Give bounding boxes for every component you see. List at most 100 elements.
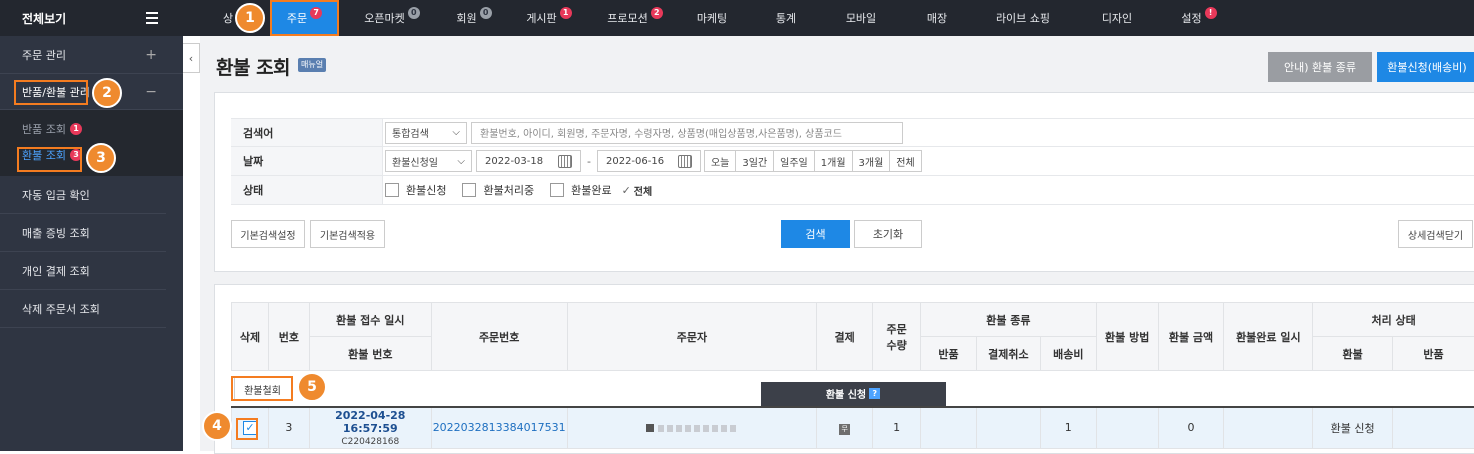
calendar-icon[interactable] [558,155,572,168]
date-value: 2022-03-18 [485,156,543,167]
nav-item-marketing[interactable]: 마케팅 [693,0,731,36]
nav-item-order[interactable]: 주문7 [270,0,339,36]
calendar-icon[interactable] [678,155,692,168]
col-header-proc-status: 처리 상태 [1313,303,1474,337]
nav-item-design[interactable]: 디자인 [1098,0,1136,36]
keyword-type-select[interactable]: 통합검색⌵ [385,122,467,144]
sidebar-item-auto-deposit[interactable]: 자동 입금 확인 [0,176,166,214]
status-checkbox[interactable] [550,183,564,197]
quick-range-3months[interactable]: 3개월 [852,150,891,172]
status-label: 상태 [231,176,383,204]
col-header-rt-cancel: 결제취소 [976,337,1040,371]
sidebar-item-deleted-orders[interactable]: 삭제 주문서 조회 [0,290,166,328]
order-no-link[interactable]: 20220328133840175​31 [431,407,567,449]
date-type-select[interactable]: 환불신청일⌵ [385,150,472,172]
nav-item-product[interactable]: 상 [221,0,235,36]
main-content: 환불 조회 매뉴얼 안내) 환불 종류 환불신청(배송비) 검색어 통합검색⌵ … [200,36,1474,451]
refund-types-guide-button[interactable]: 안내) 환불 종류 [1268,52,1372,82]
col-header-received-at: 환불 접수 일시 [309,303,431,337]
group-header: 환불 신청 ? [761,382,946,406]
refund-apply-button[interactable]: 환불신청(배송비) [1377,52,1474,82]
quick-range-group: 오늘 3일간 일주일 1개월 3개월 전체 [705,150,922,172]
row-qty: 1 [873,407,921,449]
nav-label: 오픈마켓 [364,10,404,26]
highlight-box [14,80,88,105]
nav-label: 회원 [456,10,476,26]
date-from-input[interactable]: 2022-03-18 [476,150,581,172]
sidebar: 전체보기 주문 관리 + 반품/환불 관리 − 반품 조회 1 환불 조회 3 … [0,0,183,451]
col-header-refund-method: 환불 방법 [1096,303,1158,371]
count-badge: 7 [310,7,322,19]
row-amount: 0 [1158,407,1224,449]
status-option-label: 환불처리중 [483,182,534,198]
col-header-refund-type: 환불 종류 [921,303,1097,337]
row-done-at [1224,407,1313,449]
received-at-link[interactable]: 2022-04-28 16:57:59 [310,409,431,435]
payment-cell: 무 [817,407,873,449]
orderer-name-masked [658,425,738,432]
nav-item-mobile[interactable]: 모바일 [842,0,880,36]
quick-range-all[interactable]: 전체 [889,150,921,172]
sidebar-item-return-lookup[interactable]: 반품 조회 1 [0,116,183,142]
status-option-label: 환불신청 [406,182,446,198]
manual-tag[interactable]: 매뉴얼 [298,58,326,72]
nav-item-openmarket[interactable]: 오픈마켓0 [359,0,425,36]
row-rt-return [921,407,977,449]
status-checkbox[interactable] [462,183,476,197]
col-header-refund-amount: 환불 금액 [1158,303,1224,371]
nav-label: 라이브 쇼핑 [996,10,1050,26]
nav-item-board[interactable]: 게시판1 [521,0,577,36]
date-row: 날짜 환불신청일⌵ 2022-03-18 - 2022-06-16 오늘 3일간… [231,147,1474,176]
check-icon[interactable]: ✓ [622,184,631,197]
results-panel: 삭제 번호 환불 접수 일시 주문번호 주문자 결제 주문 수량 환불 종류 환… [214,284,1474,454]
status-checkbox[interactable] [385,183,399,197]
search-button[interactable]: 검색 [781,220,850,248]
status-option-label: 전체 [634,183,652,198]
status-option-label: 환불완료 [571,182,611,198]
collapse-sidebar-button[interactable]: ‹ [183,43,200,73]
reset-button[interactable]: 초기화 [854,220,922,248]
col-header-refund-no: 환불 번호 [309,337,431,371]
sidebar-item-sales-proof[interactable]: 매출 증빙 조회 [0,214,166,252]
quick-range-1month[interactable]: 1개월 [814,150,853,172]
nav-item-store[interactable]: 매장 [923,0,951,36]
sidebar-item-personal-payment[interactable]: 개인 결제 조회 [0,252,166,290]
nav-label: 상 [223,10,233,26]
nav-item-live-shopping[interactable]: 라이브 쇼핑 [991,0,1055,36]
date-value: 2022-06-16 [606,156,664,167]
nav-item-stats[interactable]: 통계 [772,0,800,36]
table-toolbar-row: 환불철회 환불 신청 ? [232,371,1474,407]
alert-badge: ! [1205,7,1217,19]
quick-range-3days[interactable]: 3일간 [735,150,774,172]
select-value: 환불신청일 [392,154,438,169]
col-header-order-qty: 주문 수량 [873,303,921,371]
nav-item-member[interactable]: 회원0 [451,0,497,36]
col-header-refund-done-at: 환불완료 일시 [1224,303,1313,371]
nav-item-promotion[interactable]: 프로모션2 [601,0,669,36]
default-search-setting-button[interactable]: 기본검색설정 [231,220,305,248]
sidebar-section-label: 주문 관리 [22,47,66,63]
hamburger-icon[interactable] [146,12,158,24]
quick-range-today[interactable]: 오늘 [704,150,736,172]
default-search-apply-button[interactable]: 기본검색적용 [310,220,385,248]
nav-item-settings[interactable]: 설정! [1178,0,1220,36]
close-detail-search-button[interactable]: 상세검색닫기 [1398,220,1473,248]
date-to-input[interactable]: 2022-06-16 [597,150,701,172]
minus-icon[interactable]: − [145,84,157,100]
quick-range-week[interactable]: 일주일 [773,150,815,172]
keyword-input[interactable]: 환불번호, 아이디, 회원명, 주문자명, 수령자명, 상품명(매입상품명,사은… [471,122,903,144]
refund-no: C220428168 [310,437,431,447]
table-row[interactable]: ✓ 3 2022-04-28 16:57:59 C220428168 20220… [232,407,1474,449]
highlight-box [17,147,82,172]
nav-label: 주문 [287,10,307,26]
row-method [1096,407,1158,449]
plus-icon[interactable]: + [145,47,157,63]
nav-label: 게시판 [526,10,556,26]
keyword-label: 검색어 [231,119,383,146]
nav-label: 설정 [1181,10,1201,26]
callout-marker: 1 [235,3,265,33]
nav-label: 통계 [776,10,796,26]
sidebar-section-order-mgmt[interactable]: 주문 관리 + [0,36,183,74]
help-icon[interactable]: ? [869,388,880,399]
select-value: 통합검색 [392,125,429,140]
